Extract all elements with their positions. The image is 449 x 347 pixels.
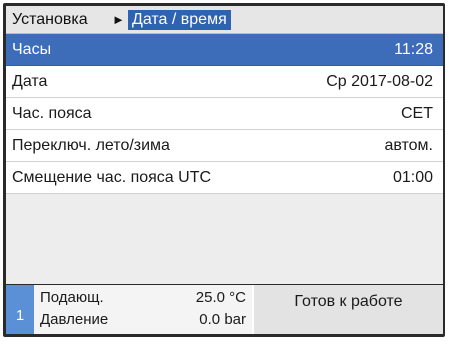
setting-label: Часы	[12, 41, 52, 58]
triangle-right-icon: ►	[112, 12, 125, 27]
slot-badge: 1	[6, 285, 34, 334]
controller-display: Установка ► Дата / время Часы 11:28 Дата…	[0, 0, 449, 340]
setting-row-date[interactable]: Дата Ср 2017-08-02	[6, 66, 443, 98]
reading-label-flow: Подающ.	[40, 289, 104, 306]
breadcrumb-root[interactable]: Установка	[12, 6, 88, 33]
setting-value: 01:00	[392, 169, 433, 186]
setting-value: CET	[401, 105, 433, 122]
reading-label-pressure: Давление	[40, 311, 109, 328]
setting-value: 11:28	[394, 41, 433, 58]
status-bar: 1 Подающ. 25.0 °C Давление 0.0 bar Готов…	[6, 285, 443, 334]
setting-label: Смещение час. пояса UTC	[12, 169, 212, 186]
setting-value: автом.	[384, 137, 433, 154]
status-text: Готов к работе	[254, 285, 443, 334]
setting-label: Дата	[12, 73, 48, 90]
status-readings: Подающ. 25.0 °C Давление 0.0 bar	[34, 285, 252, 334]
setting-value: Ср 2017-08-02	[326, 73, 433, 90]
setting-row-utc-offset[interactable]: Смещение час. пояса UTC 01:00	[6, 162, 443, 194]
reading-value-flow: 25.0 °C	[195, 289, 246, 306]
setting-row-clock[interactable]: Часы 11:28	[6, 34, 443, 66]
setting-row-time-zone[interactable]: Час. пояса CET	[6, 98, 443, 130]
breadcrumb: Установка ► Дата / время	[6, 6, 443, 34]
setting-row-dst-switch[interactable]: Переключ. лето/зима автом.	[6, 130, 443, 162]
settings-list: Часы 11:28 Дата Ср 2017-08-02 Час. пояса…	[6, 34, 443, 284]
setting-label: Переключ. лето/зима	[12, 137, 170, 154]
reading-value-pressure: 0.0 bar	[199, 311, 246, 328]
breadcrumb-current: Дата / время	[128, 10, 231, 30]
setting-label: Час. пояса	[12, 105, 92, 122]
